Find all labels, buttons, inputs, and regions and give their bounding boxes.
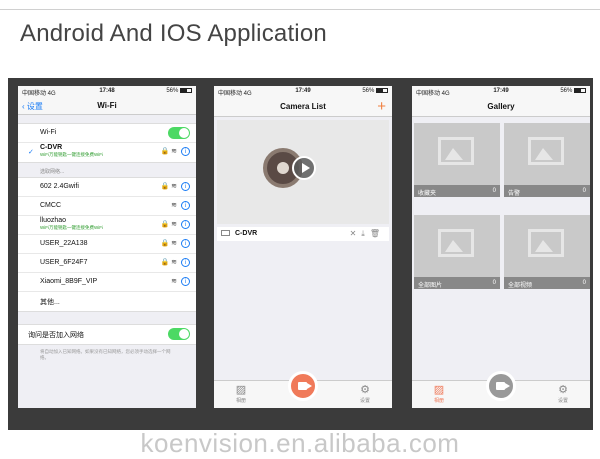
info-icon[interactable]: i <box>181 182 190 191</box>
camera-bar: C-DVR ✕⤓🗑 <box>217 227 389 241</box>
ask-join-toggle[interactable] <box>168 328 190 340</box>
status-bar: 中国移动 4G 17:49 56% <box>214 86 392 97</box>
choose-network-label: 选取网络... <box>40 169 65 175</box>
tab-settings[interactable]: ⚙ 设置 <box>350 384 380 404</box>
connected-network-sub: WiFi万能钥匙一键连接免费WiFi <box>40 152 103 157</box>
record-button[interactable] <box>288 371 318 401</box>
network-row[interactable]: USER_22A138 🔒 ≋ i <box>18 235 196 254</box>
download-icon[interactable]: ⤓ <box>361 229 370 238</box>
info-icon[interactable]: i <box>181 201 190 210</box>
play-icon[interactable] <box>292 156 316 180</box>
gear-icon: ⚙ <box>360 384 370 396</box>
lock-icon: 🔒 <box>160 221 170 228</box>
lock-icon: 🔒 <box>160 183 170 190</box>
battery-icon <box>574 88 586 93</box>
album-icon: ▨ <box>235 384 247 396</box>
wifi-icon: ≋ <box>171 240 177 247</box>
battery-icon <box>376 88 388 93</box>
check-icon: ✓ <box>28 149 34 156</box>
tab-bar: ▨ 相册 ⚙ 设置 <box>412 371 590 408</box>
nav-bar: ‹ 设置 Wi-Fi <box>18 97 196 115</box>
nav-bar: Gallery <box>412 97 590 117</box>
battery-indicator: 56% <box>560 88 586 94</box>
info-icon[interactable]: i <box>181 220 190 229</box>
wifi-group: Wi-Fi ✓ C-DVR WiFi万能钥匙一键连接免费WiFi 🔒 ≋ i <box>18 123 196 163</box>
phone-gallery: 中国移动 4G 17:49 56% Gallery 收藏夹 0 告警 0 全部图片 0… <box>412 86 590 408</box>
network-row[interactable]: lluozhao WiFi万能钥匙一键连接免费WiFi 🔒 ≋ i <box>18 216 196 235</box>
add-camera-icon[interactable]: + <box>377 98 386 115</box>
network-row[interactable]: USER_6F24F7 🔒 ≋ i <box>18 254 196 273</box>
nav-bar: Camera List + <box>214 97 392 117</box>
camera-preview[interactable] <box>217 120 389 224</box>
phone-wifi-settings: 中国移动 4G 17:48 56% ‹ 设置 Wi-Fi Wi-Fi ✓ C-D… <box>18 86 196 408</box>
network-row[interactable]: Xiaomi_8B9F_VIP ≋ i <box>18 273 196 292</box>
wifi-icon: ≋ <box>171 259 177 266</box>
lock-icon: 🔒 <box>160 240 170 247</box>
wifi-toggle[interactable] <box>168 127 190 139</box>
battery-indicator: 56% <box>362 88 388 94</box>
lock-icon: 🔒 <box>160 148 170 155</box>
gear-icon: ⚙ <box>558 384 568 396</box>
wifi-icon: ≋ <box>171 221 177 228</box>
network-row[interactable]: CMCC ≋ i <box>18 197 196 216</box>
image-icon <box>528 229 564 257</box>
nav-title: Gallery <box>487 102 515 111</box>
wifi-icon: ≋ <box>171 183 177 190</box>
wifi-icon: ≋ <box>171 202 177 209</box>
battery-icon <box>180 88 192 93</box>
tab-settings[interactable]: ⚙ 设置 <box>548 384 578 404</box>
image-icon <box>528 137 564 165</box>
ask-join-row: 询问是否加入网络 <box>18 325 196 344</box>
network-row[interactable]: 602 2.4Gwifi 🔒 ≋ i <box>18 178 196 197</box>
lock-icon: 🔒 <box>160 259 170 266</box>
ask-join-group: 询问是否加入网络 <box>18 324 196 345</box>
tab-album[interactable]: ▨ 相册 <box>424 384 454 404</box>
info-icon[interactable]: i <box>181 277 190 286</box>
tab-bar: ▨ 相册 ⚙ 设置 <box>214 371 392 408</box>
footnote: 将自动加入已知网络。如果没有已知网络，您必须手动选择一个网络。 <box>40 349 171 360</box>
slide: Android And IOS Application 中国移动 4G 17:4… <box>0 0 600 458</box>
wifi-icon: ≋ <box>171 278 177 285</box>
gallery-grid: 收藏夹 0 告警 0 全部图片 0 全部视频 0 <box>412 117 590 377</box>
wifi-icon: ≋ <box>171 148 177 155</box>
battery-indicator: 56% <box>166 88 192 94</box>
album-icon: ▨ <box>433 384 445 396</box>
status-bar: 中国移动 4G 17:48 56% <box>18 86 196 97</box>
image-icon <box>438 137 474 165</box>
network-list: 602 2.4Gwifi 🔒 ≋ i CMCC ≋ i lluozhao WiFi万能钥匙… <box>18 177 196 312</box>
watermark: koenvision.en.alibaba.com <box>140 428 460 458</box>
wifi-toggle-row: Wi-Fi <box>18 124 196 143</box>
tools-icon[interactable]: ✕ <box>350 229 362 238</box>
connected-network-row[interactable]: ✓ C-DVR WiFi万能钥匙一键连接免费WiFi 🔒 ≋ i <box>18 143 196 162</box>
page-title: Android And IOS Application <box>20 20 327 47</box>
info-icon[interactable]: i <box>181 239 190 248</box>
gallery-tile-all-videos[interactable]: 全部视频 0 <box>504 215 590 289</box>
other-network-row[interactable]: 其他... <box>18 292 196 311</box>
network-status-icons: 🔒 ≋ i <box>160 147 190 156</box>
trash-icon[interactable]: 🗑 <box>370 229 385 238</box>
connected-network-name: C-DVR <box>40 144 63 151</box>
camera-icon <box>221 230 230 236</box>
info-icon[interactable]: i <box>181 258 190 267</box>
record-button[interactable] <box>486 371 516 401</box>
nav-title: Camera List <box>280 102 326 111</box>
wifi-label: Wi-Fi <box>40 129 57 136</box>
screenshots-frame: 中国移动 4G 17:48 56% ‹ 设置 Wi-Fi Wi-Fi ✓ C-D… <box>8 78 593 430</box>
tab-album[interactable]: ▨ 相册 <box>226 384 256 404</box>
ask-join-label: 询问是否加入网络 <box>28 332 84 339</box>
gallery-tile-all-photos[interactable]: 全部图片 0 <box>414 215 500 289</box>
image-icon <box>438 229 474 257</box>
camera-name: C-DVR <box>235 230 258 237</box>
phone-camera-list: 中国移动 4G 17:49 56% Camera List + C-DVR ✕⤓… <box>214 86 392 408</box>
gallery-tile-favorites[interactable]: 收藏夹 0 <box>414 123 500 197</box>
gallery-tile-alarm[interactable]: 告警 0 <box>504 123 590 197</box>
nav-title: Wi-Fi <box>97 101 117 110</box>
status-bar: 中国移动 4G 17:49 56% <box>412 86 590 97</box>
info-icon[interactable]: i <box>181 147 190 156</box>
top-bar <box>0 0 600 10</box>
